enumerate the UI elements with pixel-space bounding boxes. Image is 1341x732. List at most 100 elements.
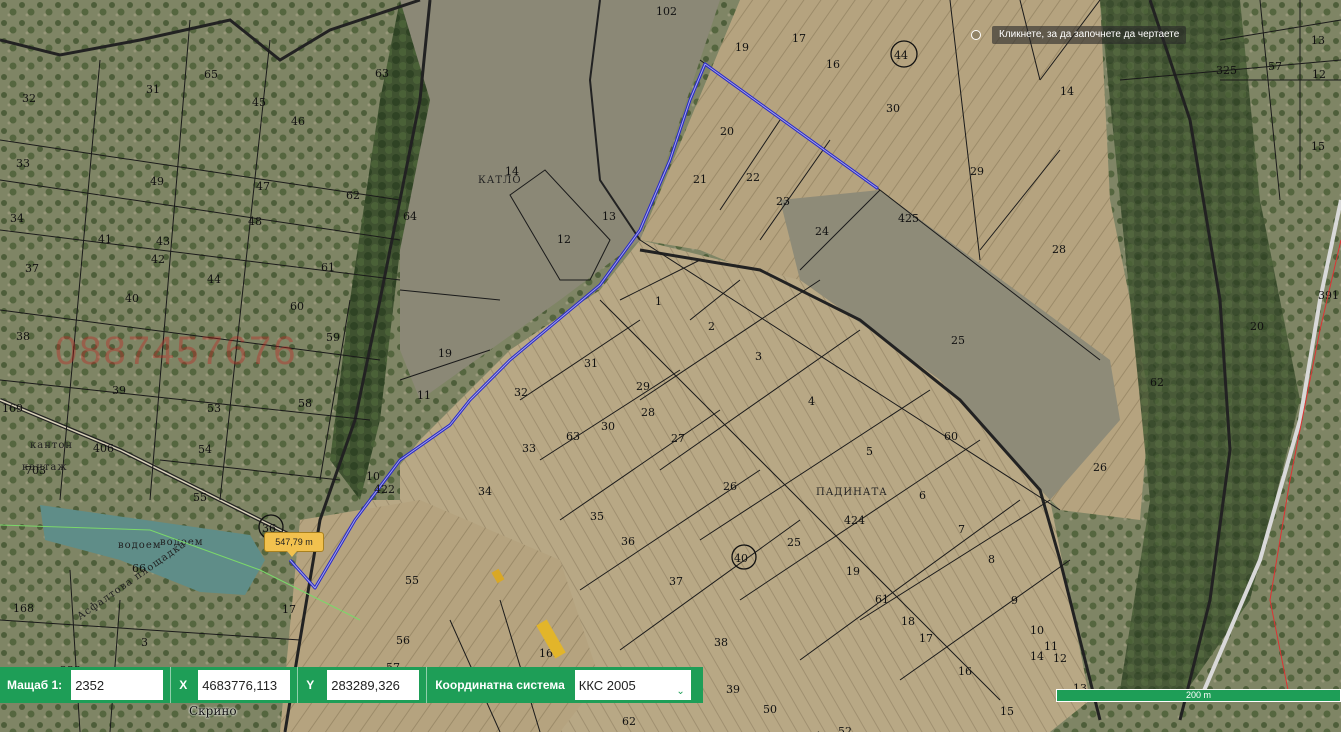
hint-cursor-icon	[971, 30, 981, 40]
parcel-number: 14	[505, 165, 519, 178]
parcel-number: 50	[763, 703, 777, 716]
parcel-number: 17	[282, 603, 296, 616]
parcel-number: 8	[988, 553, 995, 566]
parcel-number: 36	[621, 535, 635, 548]
parcel-number: 38	[16, 330, 30, 343]
parcel-number: 34	[478, 485, 492, 498]
parcel-number: 13	[1311, 34, 1325, 47]
parcel-number: 54	[198, 443, 212, 456]
parcel-number: 47	[256, 180, 270, 193]
parcel-number: 12	[1312, 68, 1326, 81]
parcel-number: 55	[193, 491, 207, 504]
parcel-number: 12	[1053, 652, 1067, 665]
parcel-number: 422	[374, 483, 395, 496]
drawing-hint-tooltip: Кликнете, за да започнете да чертаете	[992, 26, 1187, 44]
parcel-number: 32	[514, 386, 528, 399]
parcel-number: 3	[755, 350, 762, 363]
parcel-number: 63	[566, 430, 580, 443]
place-name: ПАДИНАТА	[816, 487, 888, 498]
parcel-number: 25	[951, 334, 965, 347]
parcel-number: 17	[792, 32, 806, 45]
parcel-number: 20	[720, 125, 734, 138]
parcel-number: 65	[204, 68, 218, 81]
y-coordinate-input[interactable]: 283289,326	[327, 670, 420, 700]
x-label: X	[179, 678, 188, 692]
parcel-number: 61	[321, 261, 335, 274]
parcel-number: 30	[886, 102, 900, 115]
parcel-number: 20	[1250, 320, 1264, 333]
parcel-number: 29	[636, 380, 650, 393]
scale-bar: 200 m	[1056, 689, 1341, 702]
parcel-number: 5	[866, 445, 873, 458]
parcel-number: 19	[846, 565, 860, 578]
parcel-number: 39	[726, 683, 740, 696]
parcel-number: 406	[93, 442, 114, 455]
x-coordinate-input[interactable]: 4683776,113	[198, 670, 291, 700]
parcel-number: 102	[656, 5, 677, 18]
distance-tooltip: 547,79 m	[264, 532, 324, 557]
parcel-number: 31	[584, 357, 598, 370]
parcel-number: 22	[746, 171, 760, 184]
crs-select[interactable]: ККС 2005 ⌄	[574, 670, 691, 700]
parcel-number: 25	[787, 536, 801, 549]
parcel-number: 59	[326, 331, 340, 344]
parcel-number: 4	[808, 395, 815, 408]
parcel-number: 6	[919, 489, 926, 502]
crs-label: Координатна система	[435, 678, 565, 692]
parcel-number: 28	[641, 406, 655, 419]
parcel-number: 29	[970, 165, 984, 178]
cadastral-map[interactable]: 44 36 40 0887457676 КАТЛО ПАДИНАТА водое…	[0, 0, 1341, 732]
coordinate-toolbar: Мащаб 1: 2352 X 4683776,113 Y 283289,326…	[0, 667, 703, 703]
parcel-number: 41	[98, 233, 112, 246]
parcel-number: 12	[557, 233, 571, 246]
parcel-number: 26	[723, 480, 737, 493]
parcel-number: 10	[1030, 624, 1044, 637]
parcel-number: 64	[403, 210, 417, 223]
parcel-number: 35	[590, 510, 604, 523]
parcel-number: 61	[875, 593, 889, 606]
parcel-number: 2	[708, 320, 715, 333]
parcel-number: 23	[776, 195, 790, 208]
scale-label: Мащаб 1:	[7, 678, 63, 692]
parcel-number: 62	[622, 715, 636, 728]
parcel-number: 62	[346, 189, 360, 202]
parcel-number: 16	[958, 665, 972, 678]
parcel-number: 424	[844, 514, 865, 527]
phone-watermark: 0887457676	[55, 329, 297, 373]
parcel-number: 21	[693, 173, 707, 186]
toolbar-divider	[297, 667, 299, 703]
parcel-number: 14	[1060, 85, 1074, 98]
parcel-number: 169	[2, 402, 23, 415]
scale-input[interactable]: 2352	[71, 670, 164, 700]
parcel-number: 13	[602, 210, 616, 223]
parcel-number: 45	[252, 96, 266, 109]
parcel-number: 14	[1030, 650, 1044, 663]
parcel-number: 34	[10, 212, 24, 225]
parcel-number: 66	[132, 562, 146, 575]
parcel-number: 703	[25, 464, 46, 477]
crs-select-value: ККС 2005	[574, 670, 691, 700]
parcel-number: 7	[958, 523, 965, 536]
parcel-number: 15	[1311, 140, 1325, 153]
parcel-number: 17	[919, 632, 933, 645]
place-name: кантон	[30, 440, 73, 451]
parcel-number: 40	[125, 292, 139, 305]
parcel-number: 37	[669, 575, 683, 588]
parcel-number: 57	[1268, 60, 1282, 73]
parcel-number: 24	[815, 225, 829, 238]
parcel-number: 60	[290, 300, 304, 313]
parcel-number: 27	[671, 432, 685, 445]
parcel-number: 52	[838, 725, 852, 732]
parcel-number: 44	[207, 273, 221, 286]
parcel-number: 26	[1093, 461, 1107, 474]
parcel-number: 15	[1000, 705, 1014, 718]
parcel-number: 19	[735, 41, 749, 54]
parcel-number: 31	[146, 83, 160, 96]
toolbar-divider	[426, 667, 428, 703]
parcel-number: 58	[298, 397, 312, 410]
town-label: Скрино	[189, 704, 237, 718]
parcel-number: 1	[655, 295, 662, 308]
y-label: Y	[306, 678, 315, 692]
parcel-number: 62	[1150, 376, 1164, 389]
parcel-number: 3	[141, 636, 148, 649]
